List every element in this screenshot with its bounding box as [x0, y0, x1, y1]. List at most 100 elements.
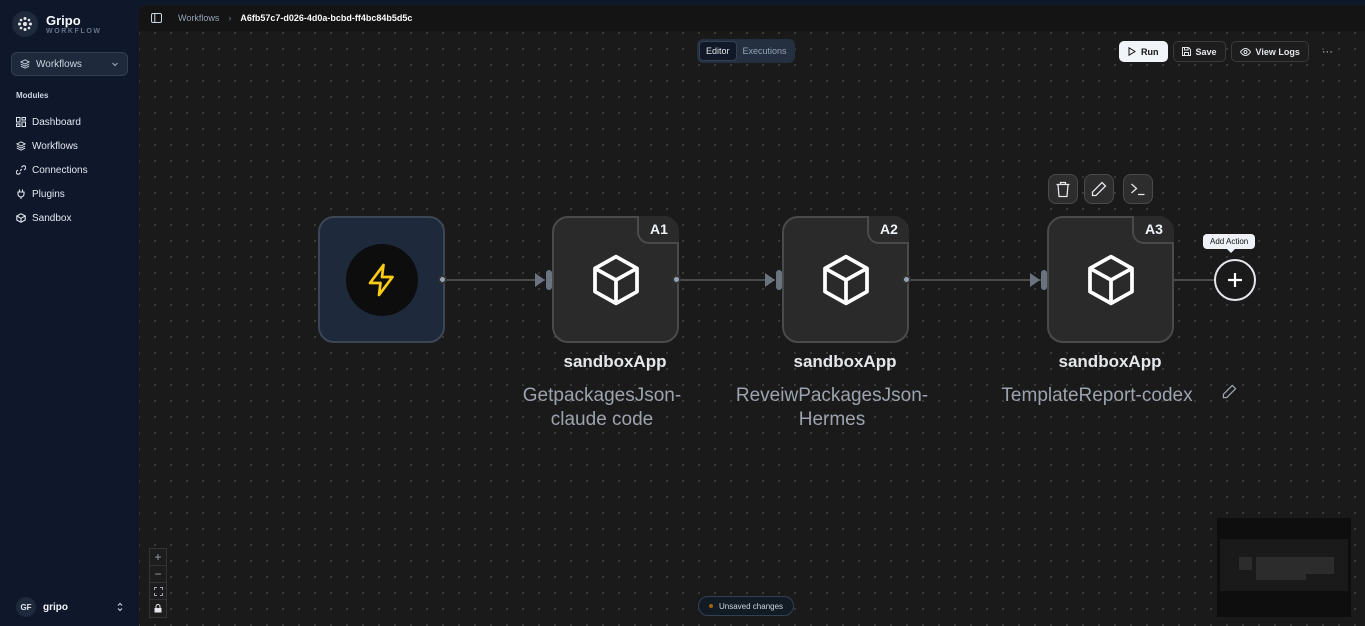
- action-node-a3[interactable]: A3: [1047, 216, 1174, 343]
- status-badge: Unsaved changes: [698, 596, 795, 616]
- fit-view-icon: [153, 586, 163, 596]
- lock-icon: [154, 604, 162, 613]
- cube-icon: [1087, 254, 1134, 305]
- sidebar-toggle-icon[interactable]: [151, 13, 162, 23]
- a1-output-port[interactable]: [672, 275, 681, 284]
- a2-output-port[interactable]: [902, 275, 911, 284]
- brand-subtitle: WORKFLOW: [46, 28, 102, 35]
- more-options-icon[interactable]: ···: [1322, 46, 1333, 58]
- grid-icon: [16, 117, 26, 127]
- run-button-label: Run: [1141, 46, 1159, 57]
- sidebar-item-plugins[interactable]: Plugins: [16, 182, 88, 206]
- sidebar-item-connections[interactable]: Connections: [16, 158, 88, 182]
- terminal-node-button[interactable]: [1123, 174, 1153, 204]
- plus-icon: [1228, 273, 1242, 287]
- terminal-icon: [1131, 183, 1145, 196]
- plug-icon: [17, 189, 25, 199]
- node-badge: A2: [867, 216, 909, 244]
- trash-icon: [1056, 181, 1070, 197]
- sidebar-item-label: Sandbox: [32, 212, 72, 224]
- node-subtitle: TemplateReport-codex: [982, 384, 1212, 408]
- delete-node-button[interactable]: [1048, 174, 1078, 204]
- node-badge: A1: [637, 216, 679, 244]
- action-node-a1[interactable]: A1: [552, 216, 679, 343]
- trigger-circle: [345, 243, 418, 316]
- brand[interactable]: Gripo WORKFLOW: [12, 11, 102, 37]
- node-subtitle: GetpackagesJson- claude code: [487, 384, 717, 432]
- zoom-controls: + −: [149, 548, 167, 618]
- action-node-a2[interactable]: A2: [782, 216, 909, 343]
- sidebar-item-sandbox[interactable]: Sandbox: [16, 206, 88, 230]
- cube-icon: [822, 254, 869, 305]
- minimap-node: [1239, 557, 1252, 570]
- play-icon: [1128, 47, 1136, 56]
- sidebar-item-label: Dashboard: [32, 116, 81, 128]
- view-logs-button[interactable]: View Logs: [1230, 41, 1309, 62]
- chevron-up-down-icon: [117, 602, 123, 612]
- cube-icon: [16, 213, 26, 223]
- node-subtitle-line1: TemplateReport-codex: [1001, 385, 1193, 406]
- gripo-logo-icon: [12, 11, 38, 37]
- workspace-select-value: Workflows: [36, 58, 82, 70]
- status-dot: [709, 604, 713, 608]
- brand-name: Gripo: [46, 13, 81, 28]
- node-subtitle-line1: GetpackagesJson-: [522, 385, 682, 406]
- sidebar-item-workflows[interactable]: Workflows: [16, 134, 88, 158]
- sidebar-item-label: Connections: [32, 164, 88, 176]
- workspace-select[interactable]: Workflows: [11, 52, 128, 76]
- trigger-output-port[interactable]: [438, 275, 447, 284]
- sidebar-item-dashboard[interactable]: Dashboard: [16, 110, 88, 134]
- sidebar-item-label: Plugins: [32, 188, 65, 200]
- node-subtitle-line2: claude code: [550, 409, 654, 430]
- trigger-node[interactable]: [318, 216, 445, 343]
- cube-icon: [592, 254, 639, 305]
- status-text: Unsaved changes: [719, 601, 784, 611]
- tab-editor[interactable]: Editor: [699, 41, 737, 61]
- add-action-tooltip: Add Action: [1203, 234, 1256, 253]
- edit-label-pencil-icon[interactable]: [1222, 384, 1237, 399]
- edge-a2-a3: [909, 279, 1041, 281]
- breadcrumb-current: A6fb57c7-d026-4d0a-bcbd-ff4bc84b5d5c: [240, 13, 413, 23]
- view-logs-button-label: View Logs: [1255, 46, 1300, 57]
- run-button[interactable]: Run: [1119, 41, 1168, 62]
- a2-input-arrow-icon: [765, 273, 775, 287]
- save-button[interactable]: Save: [1172, 41, 1226, 62]
- node-subtitle-line2: Hermes: [798, 409, 866, 430]
- lock-button[interactable]: [150, 600, 166, 617]
- a3-input-arrow-icon: [1030, 273, 1040, 287]
- modules-section-label: Modules: [16, 91, 49, 100]
- minimap-node: [1256, 574, 1306, 580]
- fit-view-button[interactable]: [150, 583, 166, 600]
- layers-icon: [20, 59, 30, 69]
- minimap[interactable]: [1217, 518, 1351, 617]
- node-subtitle-line1: ReveiwPackagesJson-: [735, 385, 929, 406]
- user-menu[interactable]: GF gripo: [16, 597, 124, 617]
- chevron-down-icon: [112, 62, 118, 67]
- avatar: GF: [16, 597, 36, 617]
- layers-icon: [16, 141, 26, 151]
- tab-executions[interactable]: Executions: [737, 42, 793, 60]
- node-badge: A3: [1132, 216, 1174, 244]
- sidebar-nav: Dashboard Workflows Connections Plugins …: [16, 110, 88, 230]
- toolbar: Run Save View Logs ···: [1119, 41, 1333, 62]
- lightning-bolt-icon: [368, 263, 394, 296]
- zoom-out-button[interactable]: −: [150, 566, 166, 583]
- link-icon: [16, 165, 26, 175]
- topbar: Workflows › A6fb57c7-d026-4d0a-bcbd-ff4b…: [139, 5, 1365, 31]
- sidebar: Gripo WORKFLOW Workflows Modules Dashboa…: [0, 0, 139, 626]
- edge-a3-add: [1174, 279, 1214, 281]
- node-title: sandboxApp: [793, 352, 897, 371]
- edit-node-button[interactable]: [1084, 174, 1114, 204]
- edge-trigger-a1: [445, 279, 545, 281]
- add-action-button[interactable]: [1214, 259, 1256, 301]
- node-title: sandboxApp: [1058, 352, 1162, 371]
- mode-tabs: Editor Executions: [697, 39, 795, 63]
- zoom-in-button[interactable]: +: [150, 549, 166, 566]
- a1-input-arrow-icon: [535, 273, 545, 287]
- user-name: gripo: [43, 601, 68, 613]
- workflow-canvas[interactable]: Workflows › A6fb57c7-d026-4d0a-bcbd-ff4b…: [139, 5, 1365, 626]
- breadcrumb-workflows[interactable]: Workflows: [178, 13, 219, 23]
- node-title: sandboxApp: [563, 352, 667, 371]
- pencil-icon: [1091, 181, 1107, 197]
- eye-icon: [1239, 47, 1251, 56]
